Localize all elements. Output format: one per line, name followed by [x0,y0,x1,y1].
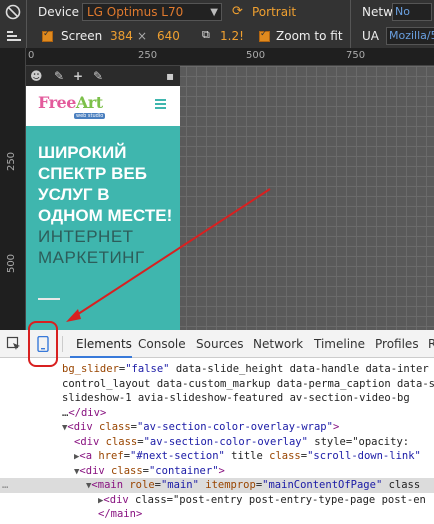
tab-resources[interactable]: R [428,337,434,351]
inspect-element-icon[interactable] [6,336,22,352]
horizontal-ruler: 0 250 500 750 [26,48,434,66]
dom-node-line[interactable]: slideshow-1 avia-slideshow-featured av-s… [0,391,434,406]
ua-input-value: Mozilla/5 [389,29,434,42]
tab-separator [62,336,63,352]
orientation-label[interactable]: Portrait [252,5,296,19]
logo-art-text: Art [75,93,103,112]
rotate-icon[interactable]: ⟳ [232,4,243,19]
zoom-to-fit-checkbox[interactable] [259,29,270,42]
logo-free-text: Free [38,93,76,112]
hero-heading: ШИРОКИЙ СПЕКТР ВЕБ УСЛУГ В ОДНОМ МЕСТЕ! [38,143,173,225]
hero-divider [38,298,60,300]
tab-sources[interactable]: Sources [196,337,243,351]
ruler-tick: 750 [346,50,366,61]
media-queries-icon[interactable] [4,27,22,45]
no-emulation-icon[interactable] [4,3,22,21]
network-select-value: No [395,5,410,18]
phone-admin-bar: ☻ ✎ + ✎ ▪ [26,66,180,86]
logo-subtitle: web studio [74,113,106,119]
ruler-tick: 500 [246,50,266,61]
tab-console[interactable]: Console [138,337,186,351]
brush-icon[interactable]: ✎ [54,69,64,83]
device-select-value: LG Optimus L70 [87,5,184,19]
screen-height-input[interactable]: 640 [157,29,180,43]
screen-label: Screen [61,29,103,43]
ruler-tick: 250 [6,151,18,172]
tab-elements[interactable]: Elements [76,337,132,351]
hero-subheading: ИНТЕРНЕТ МАРКЕТИНГ [38,227,145,267]
ua-label: UA [362,29,379,43]
selected-dom-node[interactable]: … ▼<main role="main" itemprop="mainConten… [0,478,434,493]
dom-node-line[interactable]: ▼<div class="av-section-color-overlay-wr… [0,420,434,435]
plus-icon[interactable]: + [73,69,83,83]
zoom-to-fit-label: Zoom to fit [276,29,343,43]
pencil-icon[interactable]: ✎ [93,69,103,83]
site-header: FreeArt web studio [26,86,180,126]
dom-node-line[interactable]: bg_slider="false" data-slide_height data… [0,362,434,377]
dom-node-line[interactable]: ▶<div class="post-entry post-entry-type-… [0,493,434,508]
network-select[interactable]: No [392,3,432,21]
ruler-tick: 0 [28,50,35,61]
dom-node-line[interactable]: …</div> [0,406,434,421]
tab-timeline[interactable]: Timeline [314,337,365,351]
vertical-ruler: 250 500 [0,48,26,330]
site-logo[interactable]: FreeArt [38,93,103,112]
emulation-toolbar: Device LG Optimus L70 ▼ ⟳ Portrait Netwo… [0,0,434,48]
device-label: Device [38,5,80,19]
device-select[interactable]: LG Optimus L70 ▼ [82,3,222,21]
dom-node-line[interactable]: ▼<div class="container"> [0,464,434,479]
dom-node-line[interactable]: control_layout data-custom_markup data-p… [0,377,434,392]
dom-node-line[interactable]: <div class="av-section-color-overlay" st… [0,435,434,450]
highlight-circle [28,321,58,367]
ruler-tick: 500 [6,253,18,274]
device-viewport[interactable]: ☻ ✎ + ✎ ▪ FreeArt web studio ШИРОКИЙ СПЕ… [26,66,180,330]
ruler-tick: 250 [138,50,158,61]
dom-node-line[interactable]: ▶<a href="#next-section" title class="sc… [0,449,434,464]
tab-network[interactable]: Network [253,337,303,351]
elements-dom-tree[interactable]: bg_slider="false" data-slide_height data… [0,358,434,524]
ua-input[interactable]: Mozilla/5 [386,27,434,45]
times-symbol: × [137,29,148,43]
toolbar-separator [350,0,351,48]
hamburger-menu-icon[interactable] [155,99,166,110]
device-pixel-ratio-input[interactable]: 1.2! [220,29,244,43]
palette-icon[interactable]: ☻ [30,69,43,83]
dom-node-line[interactable]: </main> [0,507,434,522]
tab-profiles[interactable]: Profiles [375,337,419,351]
scale-icon: ⧉ [202,28,210,41]
screen-checkbox[interactable] [42,29,53,42]
user-icon[interactable]: ▪ [166,69,174,83]
chevron-down-icon: ▼ [210,7,218,18]
screen-width-input[interactable]: 384 [110,29,133,43]
devtools-tabbar: Elements Console Sources Network Timelin… [0,330,434,358]
toolbar-separator [26,0,27,48]
